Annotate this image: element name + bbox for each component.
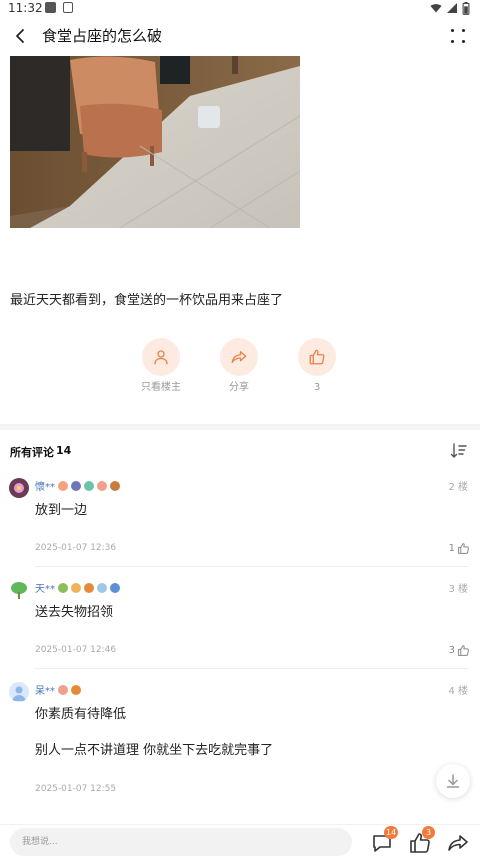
like-count-label: 3 bbox=[313, 382, 321, 393]
page-title: 食堂占座的怎么破 bbox=[42, 27, 163, 45]
badge-icon bbox=[97, 583, 107, 593]
comments-count: 14 bbox=[56, 444, 72, 457]
share-bottom-button[interactable] bbox=[446, 831, 470, 855]
post-photo bbox=[10, 56, 300, 228]
badge-icon bbox=[58, 583, 68, 593]
dot-icon bbox=[462, 40, 465, 43]
thumbs-up-icon bbox=[309, 349, 325, 365]
username[interactable]: 呆** bbox=[35, 685, 55, 699]
avatar-flower-icon bbox=[9, 478, 29, 498]
comment-text: 你素质有待降低 bbox=[35, 707, 127, 722]
sort-icon bbox=[450, 443, 467, 458]
like-button[interactable]: 3 bbox=[287, 338, 347, 394]
user-badges bbox=[58, 481, 120, 491]
comment-like-count: 1 bbox=[448, 542, 455, 554]
post-body: 最近天天都看到，食堂送的一杯饮品用来占座了 bbox=[10, 293, 284, 308]
avatar-tree-icon bbox=[9, 580, 29, 600]
share-icon bbox=[231, 351, 247, 363]
like-bottom-button[interactable]: 3 bbox=[408, 826, 435, 855]
status-time: 11:32 bbox=[8, 1, 43, 15]
username[interactable]: 天** bbox=[35, 583, 55, 597]
thumbs-up-icon bbox=[458, 542, 469, 554]
share-button[interactable]: 分享 bbox=[209, 338, 269, 394]
comments-header: 所有评论 14 bbox=[0, 440, 480, 462]
comment-divider bbox=[35, 668, 468, 669]
badge-icon bbox=[84, 481, 94, 491]
comments-button[interactable]: 14 bbox=[370, 826, 399, 855]
notification-a-icon bbox=[63, 2, 73, 13]
username[interactable]: 懷** bbox=[35, 481, 55, 495]
dot-icon bbox=[462, 29, 465, 32]
comment-time: 2025-01-07 12:36 bbox=[35, 543, 117, 553]
comments-title: 所有评论 bbox=[10, 446, 54, 459]
sort-button[interactable] bbox=[450, 442, 468, 460]
comment-divider bbox=[35, 566, 468, 567]
person-icon bbox=[154, 350, 168, 365]
wifi-icon bbox=[430, 4, 442, 13]
comment-like-count: 3 bbox=[448, 644, 455, 656]
more-options-button[interactable] bbox=[446, 24, 470, 48]
signal-icon bbox=[447, 3, 457, 13]
share-icon bbox=[448, 835, 468, 851]
badge-icon bbox=[71, 685, 81, 695]
thumbs-up-icon bbox=[458, 644, 469, 656]
floor-number: 2 楼 bbox=[448, 482, 468, 493]
status-bar: 11:32 bbox=[0, 0, 480, 16]
comment-text-second-line: 别人一点不讲道理 你就坐下去吃就完事了 bbox=[35, 743, 274, 758]
share-circle bbox=[220, 338, 258, 376]
user-badges bbox=[58, 583, 120, 593]
badge-icon bbox=[71, 481, 81, 491]
only-op-label: 只看楼主 bbox=[141, 382, 181, 393]
badge-icon bbox=[58, 685, 68, 695]
notification-icon bbox=[45, 2, 56, 13]
arrow-down-icon bbox=[446, 774, 460, 788]
post-actions: 只看楼主 分享 3 bbox=[0, 338, 480, 400]
comment-item: 呆** 4 楼 你素质有待降低 别人一点不讲道理 你就坐下去吃就完事了 2025… bbox=[0, 682, 480, 812]
only-op-button[interactable]: 只看楼主 bbox=[131, 338, 191, 394]
floor-number: 4 楼 bbox=[448, 686, 468, 697]
post-image[interactable] bbox=[10, 56, 300, 228]
top-app-bar: 食堂占座的怎么破 bbox=[0, 16, 480, 56]
badge-icon bbox=[84, 583, 94, 593]
user-badges bbox=[58, 685, 81, 695]
comment-time: 2025-01-07 12:55 bbox=[35, 784, 117, 794]
comment-item: 天** 3 楼 送去失物招领 2025-01-07 12:46 3 bbox=[0, 580, 480, 670]
share-label: 分享 bbox=[229, 382, 249, 393]
comment-item: 懷** 2 楼 放到一边 2025-01-07 12:36 1 bbox=[0, 478, 480, 568]
like-count-badge: 3 bbox=[422, 826, 435, 839]
avatar[interactable] bbox=[9, 580, 29, 600]
back-button[interactable] bbox=[8, 24, 32, 48]
comment-like-button[interactable]: 1 bbox=[449, 541, 470, 555]
section-divider bbox=[0, 424, 480, 430]
scroll-bottom-button[interactable] bbox=[436, 764, 470, 798]
comment-time: 2025-01-07 12:46 bbox=[35, 645, 117, 655]
status-indicators bbox=[430, 1, 470, 15]
badge-icon bbox=[110, 583, 120, 593]
dot-icon bbox=[451, 40, 454, 43]
battery-icon bbox=[462, 1, 470, 15]
arrow-left-icon bbox=[16, 29, 24, 43]
avatar[interactable] bbox=[9, 682, 29, 702]
bottom-bar: 14 3 bbox=[0, 824, 480, 858]
badge-icon bbox=[97, 481, 107, 491]
like-circle bbox=[298, 338, 336, 376]
avatar-default-icon bbox=[9, 682, 29, 702]
badge-icon bbox=[110, 481, 120, 491]
badge-icon bbox=[71, 583, 81, 593]
only-op-circle bbox=[142, 338, 180, 376]
floor-number: 3 楼 bbox=[448, 584, 468, 595]
avatar[interactable] bbox=[9, 478, 29, 498]
comment-input[interactable] bbox=[10, 828, 352, 856]
badge-icon bbox=[58, 481, 68, 491]
comment-text: 放到一边 bbox=[35, 503, 88, 518]
comment-text: 送去失物招领 bbox=[35, 605, 114, 620]
comment-count-badge: 14 bbox=[384, 826, 399, 839]
dot-icon bbox=[451, 29, 454, 32]
comment-like-button[interactable]: 3 bbox=[449, 643, 470, 657]
